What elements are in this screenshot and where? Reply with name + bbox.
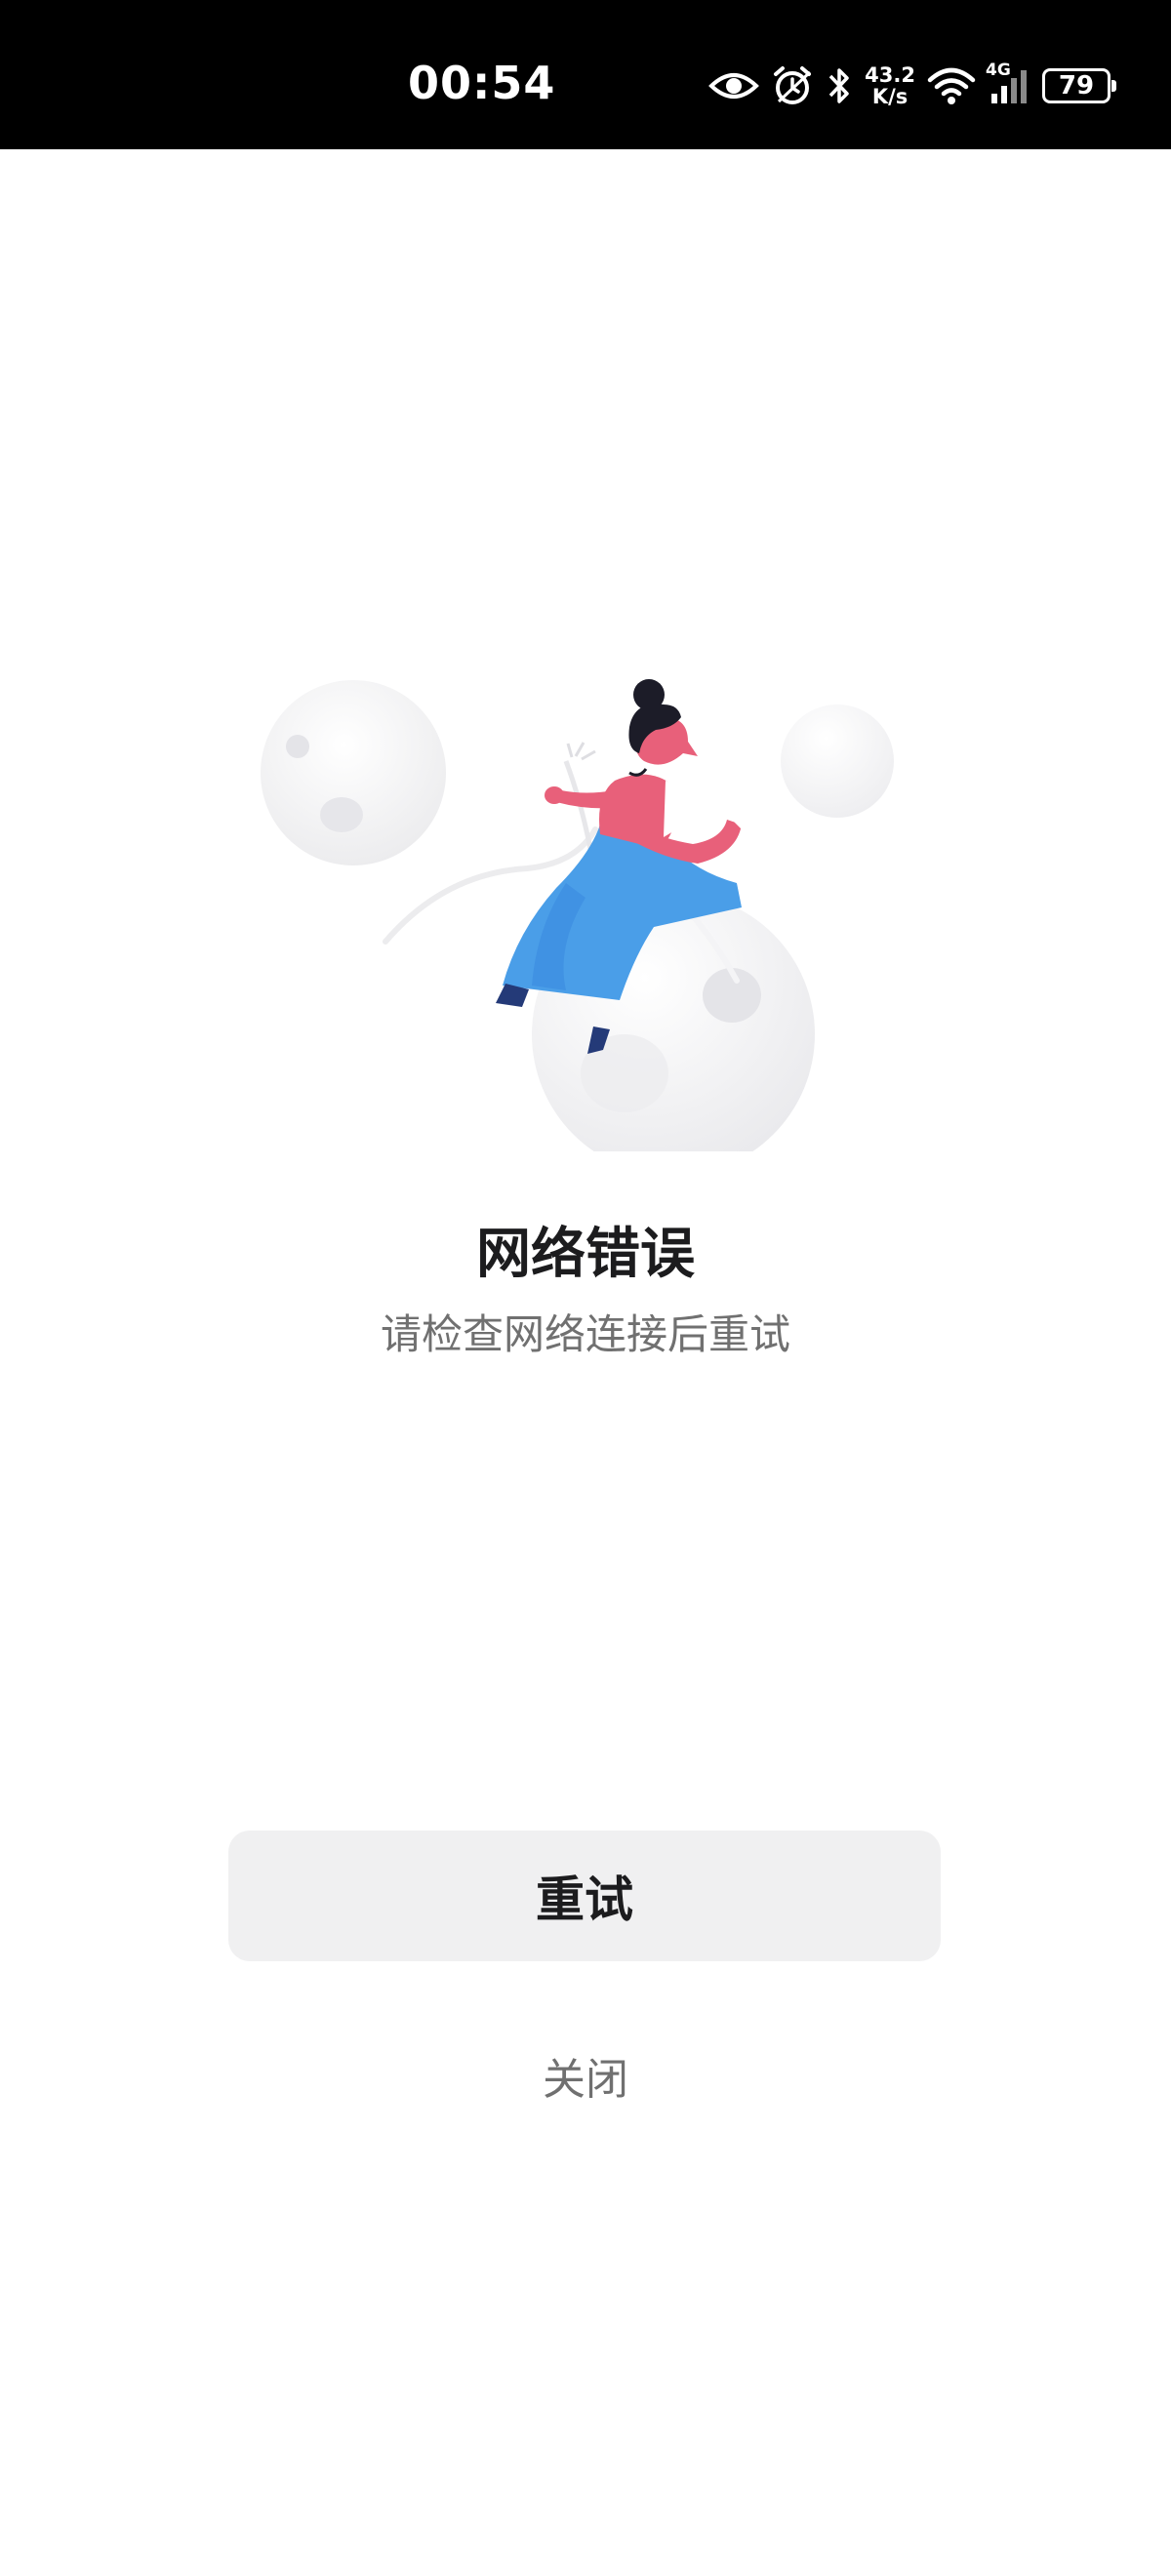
network-error-illustration <box>261 679 894 1151</box>
status-time: 00:54 <box>408 57 556 109</box>
error-subtitle: 请检查网络连接后重试 <box>380 1310 790 1358</box>
alarm-icon <box>771 60 814 111</box>
signal-icon: 4G <box>986 60 1030 111</box>
network-error-page: 00:54 43.2 K/s 4G 79 网络错误 请检查网络连接后重试 重试 … <box>0 0 1171 2576</box>
battery-level: 79 <box>1058 71 1095 101</box>
error-title: 网络错误 <box>476 1223 695 1286</box>
network-speed-value: 43.2 <box>865 63 915 87</box>
wifi-icon <box>927 60 976 111</box>
retry-button[interactable]: 重试 <box>228 1831 941 1961</box>
status-icons: 43.2 K/s 4G 79 <box>708 60 1116 111</box>
network-type: 4G <box>986 60 1011 80</box>
battery-icon: 79 <box>1042 68 1116 103</box>
network-speed: 43.2 K/s <box>865 64 915 107</box>
network-speed-unit: K/s <box>871 85 909 108</box>
eye-icon <box>708 60 760 111</box>
bluetooth-icon <box>826 60 853 111</box>
status-bar: 00:54 43.2 K/s 4G 79 <box>0 0 1171 149</box>
close-button[interactable]: 关闭 <box>0 2044 1171 2107</box>
